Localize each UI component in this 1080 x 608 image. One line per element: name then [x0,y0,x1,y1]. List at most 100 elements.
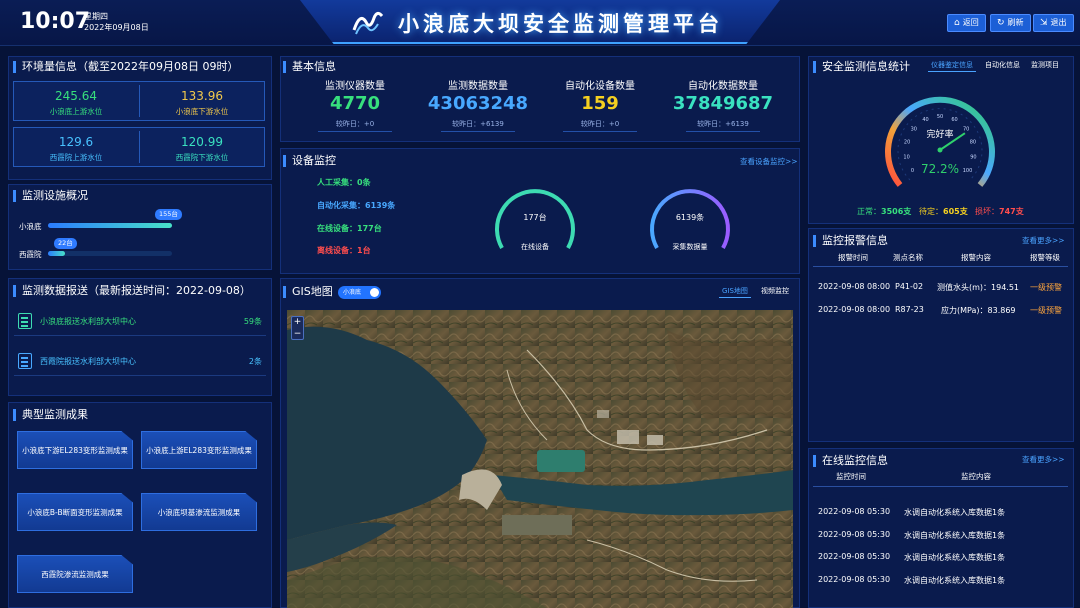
home-icon: ⌂ [954,18,960,28]
online-content: 水调自动化系统入库数据1条 [904,553,1006,562]
alarm-title: 监控报警信息 [813,235,888,247]
online-content: 水调自动化系统入库数据1条 [904,531,1006,540]
summary-value: 747支 [999,207,1024,216]
document-icon [18,353,32,369]
env-label: 小浪底上游水位 [49,107,103,116]
gauge-tick-label: 80 [970,140,976,146]
online-time: 2022-09-08 05:30 [818,552,891,561]
refresh-button[interactable]: ↻ 刷新 [990,14,1031,32]
env-label: 小浪底下游水位 [175,107,229,116]
report-label: 小浪底报送水利部大坝中心 [40,317,136,326]
page-title: 小浪底大坝安全监测管理平台 [398,12,723,36]
device-monitor-title: 设备监控 [283,155,336,167]
alarm-level: 一级预警 [1030,283,1062,292]
stat-value: 37849687 [672,93,774,114]
result-button[interactable]: 小浪底下游EL283变形监测成果 [17,431,133,469]
gis-title: GIS地图 [283,286,333,298]
integrity-gauge: 0102030405060708090100 [885,96,995,187]
gauge-label: 完好率 [926,130,954,140]
facility-count-badge: 22台 [54,238,77,249]
alarm-col-time: 报警时间 [838,253,868,262]
gauge-tick-label: 50 [937,114,943,120]
alarm-content: 应力(MPa)：83.869 [941,306,1016,315]
site-toggle[interactable]: 小浪底 [338,286,381,299]
facility-count-badge: 155台 [155,209,182,220]
report-label: 西霞院报送水利部大坝中心 [40,357,136,366]
ring-value: 177台 [523,213,547,222]
online-monitor-title: 在线监控信息 [813,455,888,467]
result-button[interactable]: 西霞院渗流监测成果 [17,555,133,593]
result-button[interactable]: 小浪底B-B断面变形监测成果 [17,493,133,531]
facilities-title: 监测设施概况 [13,190,88,202]
monitor-item: 在线设备：177台 [317,224,382,233]
stat-value: 159 [581,93,619,114]
stat-delta: 较昨日：+6139 [452,120,504,128]
result-button[interactable]: 小浪底上游EL283变形监测成果 [141,431,257,469]
alarm-level: 一级预警 [1030,306,1062,315]
safety-stats-title: 安全监测信息统计 [813,61,910,73]
online-more-link[interactable]: 查看更多>> [1022,454,1065,465]
alarm-content: 测值水头(m)：194.51 [937,283,1020,292]
stat-underline [441,131,515,132]
report-row[interactable]: 小浪底报送水利部大坝中心 59条 [14,306,266,336]
summary-label: 待定： [919,207,943,216]
stat-heading: 自动化数据数量 [688,81,758,92]
results-title: 典型监测成果 [13,409,88,421]
exit-button-label: 退出 [1050,18,1067,27]
stat-underline [686,131,760,132]
tab-instrument-appraisal[interactable]: 仪器鉴定信息 [928,59,976,72]
stat-underline [563,131,637,132]
ring-value: 6139条 [675,213,705,222]
summary-label: 损坏： [975,207,999,216]
tab-monitor-items[interactable]: 监测项目 [1028,59,1062,71]
result-button[interactable]: 小浪底坝基渗流监测成果 [141,493,257,531]
summary-value: 3506支 [881,207,912,216]
env-value: 245.64 [55,89,97,103]
clock-time: 10:07 [20,9,91,34]
tab-automation-info[interactable]: 自动化信息 [982,59,1023,71]
alarm-more-link[interactable]: 查看更多>> [1022,235,1065,246]
refresh-button-label: 刷新 [1007,18,1024,27]
map-zoom-control: + − [291,316,304,340]
tab-video-monitor[interactable]: 视频监控 [758,285,792,297]
ring-label: 在线设备 [521,243,549,251]
env-value: 133.96 [181,89,223,103]
env-label: 西霞院下游水位 [175,153,229,162]
zoom-in-button[interactable]: + [292,317,303,329]
alarm-time: 2022-09-08 08:00 [818,305,891,314]
alarm-col-point: 测点名称 [893,253,923,262]
zoom-out-button[interactable]: − [292,329,303,341]
stat-heading: 监测仪器数量 [325,81,385,92]
alarm-point: R87-23 [895,305,924,314]
back-button-label: 返回 [962,18,979,27]
gauge-tick-label: 40 [922,117,928,123]
pending-count: 待定：605支 [919,206,968,217]
online-time: 2022-09-08 05:30 [818,507,891,516]
view-device-monitor-link[interactable]: 查看设备监控>> [740,156,798,167]
summary-value: 605支 [943,207,968,216]
environment-title: 环境量信息（截至2022年09月08日 09时） [13,61,238,73]
back-button[interactable]: ⌂ 返回 [947,14,986,32]
normal-count: 正常：3506支 [857,206,911,217]
facility-label: 小浪底 [19,222,42,231]
online-content: 水调自动化系统入库数据1条 [904,576,1006,585]
tab-gis-map[interactable]: GIS地图 [719,285,751,298]
online-col-time: 监控时间 [836,472,866,481]
satellite-map-image [287,310,793,608]
exit-icon: ⇲ [1040,18,1048,28]
report-row[interactable]: 西霞院报送水利部大坝中心 2条 [14,346,266,376]
alarm-time: 2022-09-08 08:00 [818,282,891,291]
exit-button[interactable]: ⇲ 退出 [1033,14,1074,32]
alarm-header-divider [813,266,1068,267]
facility-label: 西霞院 [19,250,42,259]
report-count: 59条 [243,317,262,326]
satellite-map[interactable] [287,310,793,608]
refresh-icon: ↻ [997,18,1005,28]
online-col-content: 监控内容 [961,472,991,481]
monitor-item: 自动化采集：6139条 [317,201,396,210]
stat-underline [318,131,392,132]
stat-heading: 自动化设备数量 [565,81,635,92]
ring-label: 采集数据量 [672,243,708,251]
env-label: 西霞院上游水位 [49,153,103,162]
stat-heading: 监测数据数量 [448,81,508,92]
